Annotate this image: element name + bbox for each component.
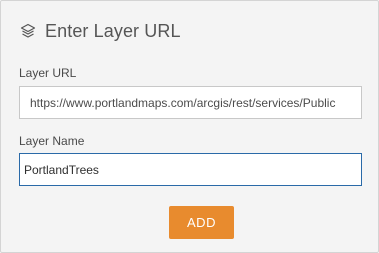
enter-layer-url-panel: Enter Layer URL Layer URL Layer Name ADD [0, 0, 379, 253]
layer-name-label: Layer Name [19, 134, 85, 148]
layers-icon [19, 22, 37, 40]
layer-url-input[interactable] [19, 86, 362, 119]
layer-name-input[interactable] [19, 153, 362, 186]
add-button[interactable]: ADD [169, 206, 234, 239]
panel-header: Enter Layer URL [19, 18, 181, 44]
layer-url-label: Layer URL [19, 66, 77, 80]
panel-title: Enter Layer URL [45, 20, 181, 41]
